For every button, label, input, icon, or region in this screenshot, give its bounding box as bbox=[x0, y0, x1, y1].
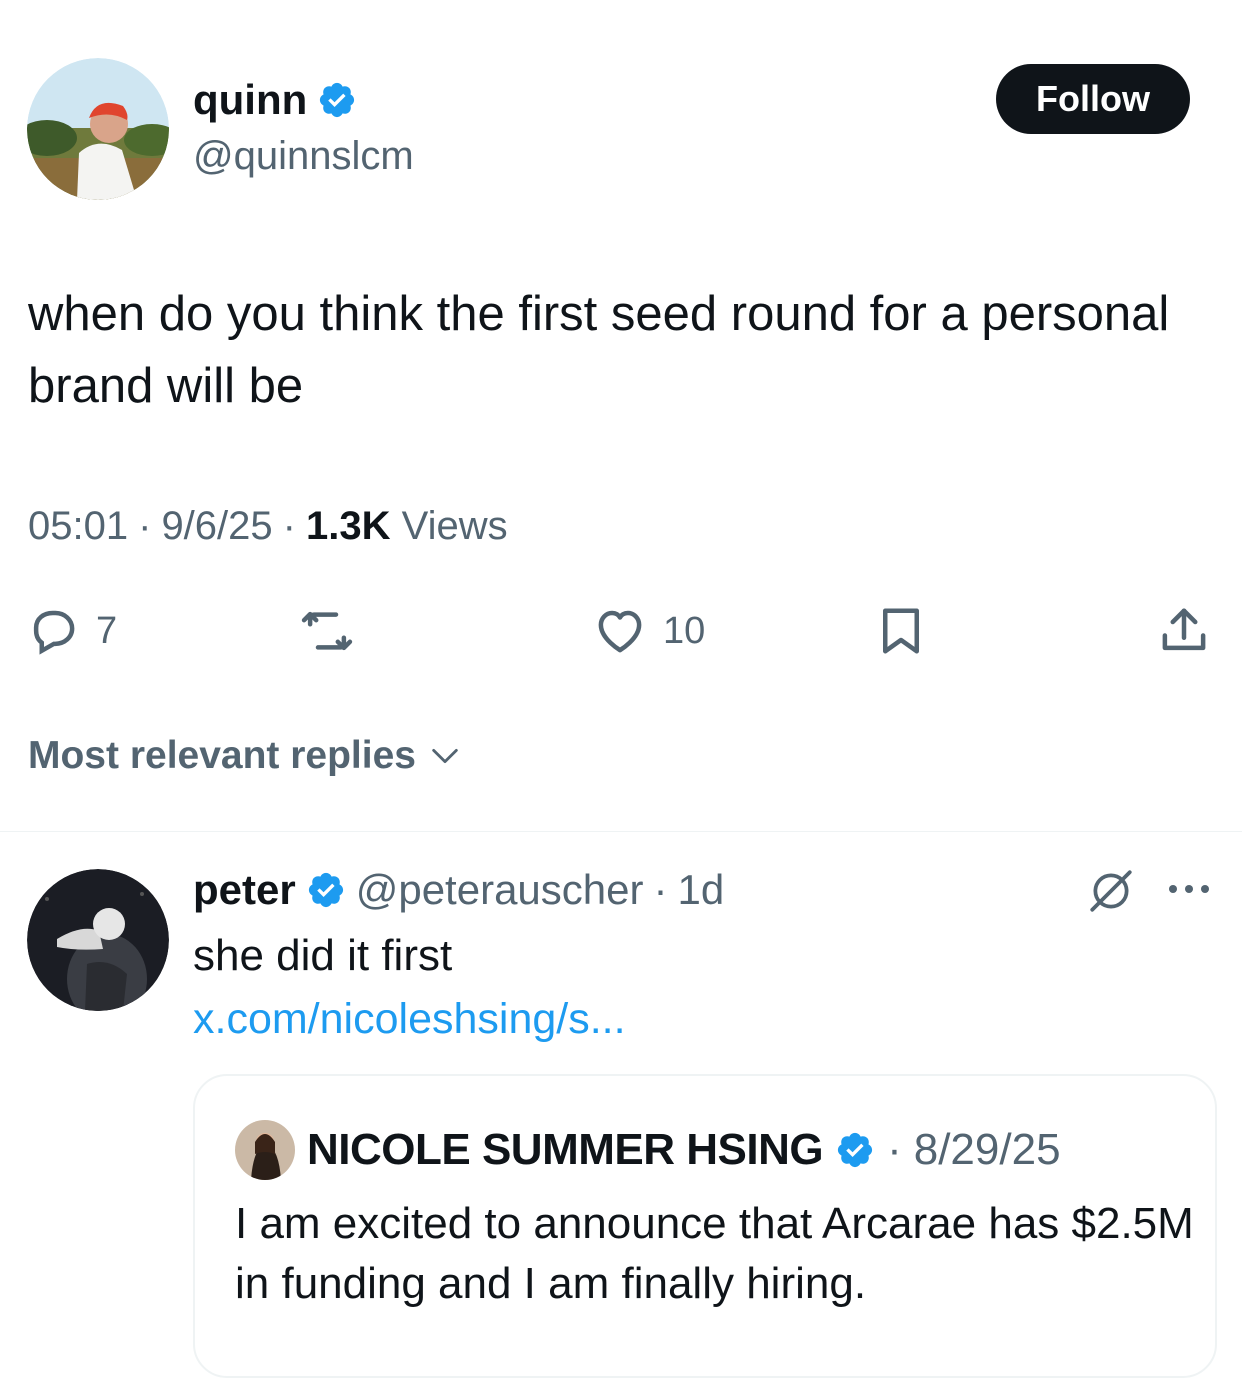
quoted-author-name[interactable]: NICOLE SUMMER HSING bbox=[307, 1125, 824, 1175]
reply-header: peter @peterauscher · 1d bbox=[193, 866, 724, 914]
verified-badge-icon bbox=[308, 872, 343, 908]
quoted-tweet-text: I am excited to announce that Arcarae ha… bbox=[235, 1199, 1194, 1308]
tweet-meta: 05:01 · 9/6/25 · 1.3K Views bbox=[28, 504, 508, 549]
reply-age[interactable]: 1d bbox=[678, 866, 725, 914]
meta-separator: · bbox=[138, 504, 152, 548]
like-icon bbox=[598, 610, 642, 653]
retweet-action[interactable] bbox=[300, 604, 370, 658]
quoted-author-avatar[interactable] bbox=[235, 1120, 295, 1180]
bookmark-icon bbox=[883, 608, 919, 654]
reply-author-handle[interactable]: @peterauscher bbox=[356, 866, 644, 914]
views-count: 1.3K bbox=[305, 504, 391, 548]
verified-badge-icon bbox=[837, 1132, 873, 1168]
follow-button[interactable]: Follow bbox=[996, 64, 1190, 134]
retweet-icon bbox=[301, 611, 353, 651]
author-info: quinn @quinnslcm bbox=[193, 76, 414, 180]
author-avatar-image bbox=[27, 58, 169, 200]
divider bbox=[0, 831, 1242, 832]
author-name[interactable]: quinn bbox=[193, 76, 307, 124]
tweet-text: when do you think the first seed round f… bbox=[28, 287, 1170, 413]
more-icon bbox=[1169, 885, 1209, 893]
quoted-date[interactable]: 8/29/25 bbox=[914, 1125, 1061, 1175]
reply-author-name[interactable]: peter bbox=[193, 866, 296, 914]
quoted-tweet-card[interactable]: NICOLE SUMMER HSING · 8/29/25 I am excit… bbox=[193, 1074, 1217, 1378]
grok-icon bbox=[1090, 870, 1132, 912]
tweet-time[interactable]: 05:01 bbox=[28, 504, 128, 549]
quoted-tweet-header: NICOLE SUMMER HSING · 8/29/25 bbox=[235, 1120, 1061, 1180]
tweet-views[interactable]: 1.3K Views bbox=[306, 504, 508, 549]
reply-icon bbox=[33, 610, 75, 655]
meta-separator: · bbox=[282, 504, 296, 548]
like-count: 10 bbox=[663, 609, 706, 652]
author-handle[interactable]: @quinnslcm bbox=[193, 132, 414, 180]
grok-button[interactable] bbox=[1086, 866, 1136, 921]
quoted-separator: · bbox=[887, 1125, 902, 1174]
reply-link[interactable]: x.com/nicoleshsing/s... bbox=[193, 991, 626, 1047]
reply-avatar-image bbox=[27, 869, 169, 1011]
reply-count: 7 bbox=[96, 609, 118, 652]
reply-text: she did it first bbox=[193, 931, 453, 980]
author-avatar[interactable] bbox=[27, 58, 169, 200]
reply-action[interactable]: 7 bbox=[26, 604, 117, 658]
share-icon bbox=[1162, 608, 1206, 651]
more-options-button[interactable] bbox=[1166, 872, 1212, 911]
bookmark-action[interactable] bbox=[874, 604, 928, 658]
views-label: Views bbox=[401, 504, 508, 548]
reply-separator: · bbox=[653, 866, 668, 913]
reply-avatar[interactable] bbox=[27, 869, 169, 1011]
like-action[interactable]: 10 bbox=[593, 604, 705, 658]
chevron-down-icon bbox=[432, 748, 458, 764]
author-name-row[interactable]: quinn bbox=[193, 76, 414, 124]
share-action[interactable] bbox=[1157, 604, 1211, 658]
verified-badge-icon bbox=[320, 82, 355, 118]
sort-label: Most relevant replies bbox=[28, 734, 416, 777]
sort-replies-dropdown[interactable]: Most relevant replies bbox=[28, 734, 462, 778]
tweet-date[interactable]: 9/6/25 bbox=[161, 504, 272, 549]
